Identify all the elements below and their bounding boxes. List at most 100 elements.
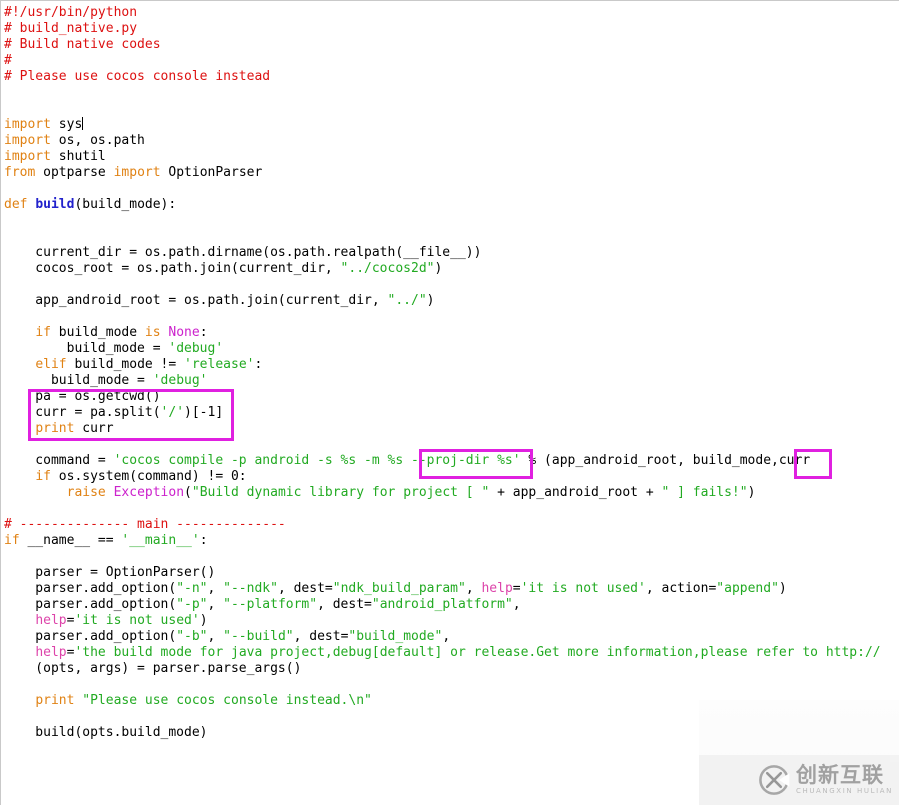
code-token-pl: , [512, 597, 521, 612]
code-token-st: " ] fails!" [661, 485, 748, 500]
code-token-pl: , [442, 629, 451, 644]
code-token-pl: optparse [35, 165, 114, 180]
code-token-pl: ) [426, 293, 435, 308]
code-token-st: "--platform" [223, 597, 318, 612]
code-line: def build(build_mode): [4, 197, 899, 213]
code-token-kwarg: help [35, 645, 67, 660]
code-token-pl: , [465, 581, 482, 596]
code-token-st: 'cocos compile -p android -s %s -m %s --… [113, 453, 521, 468]
code-token-kw: if [35, 469, 51, 484]
code-token-kwarg: help [481, 581, 513, 596]
code-line: raise Exception("Build dynamic library f… [4, 485, 899, 501]
code-token-pl: (build_mode): [74, 197, 177, 212]
code-line: parser.add_option("-p", "--platform", de… [4, 597, 899, 613]
code-line: import os, os.path [4, 133, 899, 149]
code-token-st: 'debug' [152, 373, 208, 388]
code-line: build(opts.build_mode) [4, 725, 899, 741]
code-line: # build_native.py [4, 21, 899, 37]
code-token-pl: app_android_root = os.path.join(current_… [4, 293, 388, 308]
code-line: # -------------- main -------------- [4, 517, 899, 533]
code-line: print curr [4, 421, 899, 437]
watermark-latin: CHUANGXIN HULIAN [795, 787, 893, 795]
code-line: # [4, 53, 899, 69]
code-line: (opts, args) = parser.parse_args() [4, 661, 899, 677]
code-token-pl: = [512, 581, 521, 596]
code-token-st: "../cocos2d" [340, 261, 435, 276]
code-token-pl: __name__ == [19, 533, 122, 548]
code-line: #!/usr/bin/python [4, 5, 899, 21]
code-token-pl: parser.add_option( [4, 629, 177, 644]
code-token-fn: build [35, 197, 75, 212]
code-line: # Build native codes [4, 37, 899, 53]
code-token-st: '__main__' [121, 533, 200, 548]
code-token-pl: , action= [645, 581, 717, 596]
code-token-pl: pa = os.getcwd() [4, 389, 161, 404]
code-line: # Please use cocos console instead [4, 69, 899, 85]
code-token-st: 'it is not used' [520, 581, 646, 596]
code-token-pl: cocos_root = os.path.join(current_dir, [4, 261, 341, 276]
code-token-pl: , [207, 629, 224, 644]
code-token-st: "-p" [176, 597, 208, 612]
code-token-c: # build_native.py [4, 21, 138, 36]
code-token-pl: build_mode != [66, 357, 185, 372]
code-token-pl: os.system(command) != 0: [50, 469, 247, 484]
code-token-pl: parser.add_option( [4, 581, 177, 596]
code-token-pl: , dest= [277, 581, 333, 596]
code-token-pl: % (app_android_root, build_mode,curr [520, 453, 811, 468]
code-editor-viewport[interactable]: #!/usr/bin/python # build_native.py # Buil… [1, 1, 899, 805]
code-token-st: "append" [716, 581, 779, 596]
code-token-pl: , [207, 597, 224, 612]
code-token-pl: OptionParser [160, 165, 263, 180]
code-token-kw: from [4, 165, 36, 180]
code-line: if build_mode is None: [4, 325, 899, 341]
code-line: build_mode = 'debug' [4, 341, 899, 357]
code-token-pl: : [254, 357, 263, 372]
code-token-bi: Exception [113, 485, 185, 500]
code-token-st: "../" [387, 293, 427, 308]
code-token-st: 'release' [184, 357, 255, 372]
code-token-pl: ) [778, 581, 787, 596]
code-line: parser.add_option("-b", "--build", dest=… [4, 629, 899, 645]
code-line: elif build_mode != 'release': [4, 357, 899, 373]
code-line: build_mode = 'debug' [4, 373, 899, 389]
code-token-pl: command = [4, 453, 114, 468]
code-token-kw: if [35, 325, 51, 340]
code-token-kw: import [4, 133, 51, 148]
code-token-st: "--ndk" [223, 581, 278, 596]
text-cursor [82, 117, 84, 130]
code-token-st: "Build dynamic library for project [ " [191, 485, 490, 500]
code-line: current_dir = os.path.dirname(os.path.re… [4, 245, 899, 261]
code-line: curr = pa.split('/')[-1] [4, 405, 899, 421]
code-token-pl: + app_android_root + [489, 485, 662, 500]
code-line: parser = OptionParser() [4, 565, 899, 581]
code-token-pl: parser.add_option( [4, 597, 177, 612]
code-token-kw: print [35, 693, 75, 708]
code-token-st: 'debug' [168, 341, 224, 356]
code-token-pl: , dest= [293, 629, 349, 644]
code-token-st: "ndk_build_param" [332, 581, 466, 596]
code-line: import sys [4, 117, 899, 133]
code-token-st: 'the build mode for java project,debug[d… [74, 645, 881, 660]
code-token-st: 'it is not used' [74, 613, 200, 628]
watermark: 创新互联 CHUANGXIN HULIAN [699, 755, 899, 805]
code-token-pl: )[-1] [184, 405, 224, 420]
code-token-pl: build_mode [50, 325, 145, 340]
code-line: parser.add_option("-n", "--ndk", dest="n… [4, 581, 899, 597]
code-token-pl: ) [747, 485, 756, 500]
code-token-st: "-n" [176, 581, 208, 596]
code-token-pl: , [207, 581, 224, 596]
code-token-c: # Please use cocos console instead [4, 69, 271, 84]
code-token-pl: build(opts.build_mode) [4, 725, 208, 740]
code-line: if os.system(command) != 0: [4, 469, 899, 485]
